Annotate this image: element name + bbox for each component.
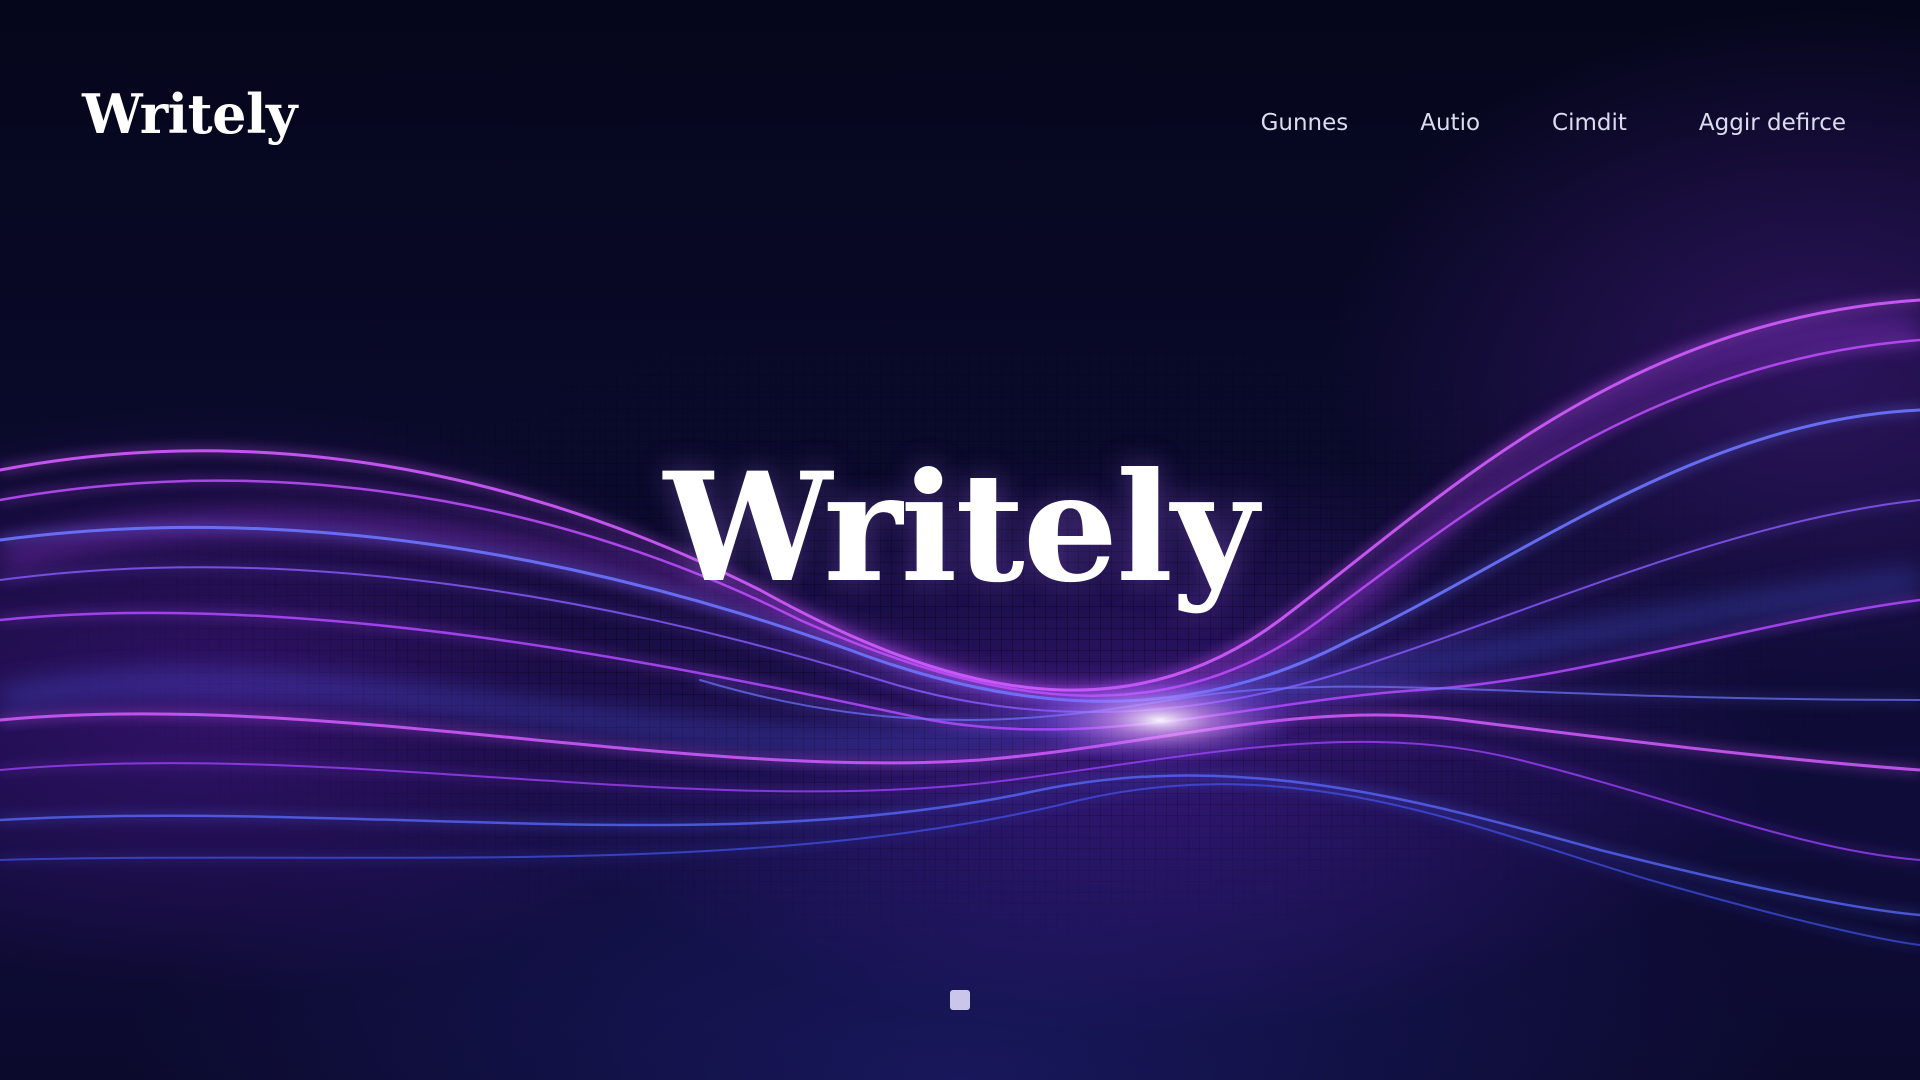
wave-line	[0, 783, 1920, 946]
slide-indicator[interactable]	[950, 990, 970, 1010]
wave-line	[0, 740, 1920, 861]
top-nav: Gunnes Autio Cimdit Aggir defirce	[1189, 110, 1846, 136]
site-header: Writely Gunnes Autio Cimdit Aggir defirc…	[0, 0, 1920, 240]
nav-item-autio[interactable]: Autio	[1420, 110, 1480, 136]
hero-title: Writely	[663, 440, 1259, 616]
wave-line	[0, 774, 1920, 917]
wave-crossing-glow	[1020, 675, 1300, 765]
nav-item-cimdit[interactable]: Cimdit	[1552, 110, 1627, 136]
nav-item-aggir-defirce[interactable]: Aggir defirce	[1699, 110, 1846, 136]
logo[interactable]: Writely	[82, 82, 297, 146]
nav-item-gunnes[interactable]: Gunnes	[1261, 110, 1349, 136]
